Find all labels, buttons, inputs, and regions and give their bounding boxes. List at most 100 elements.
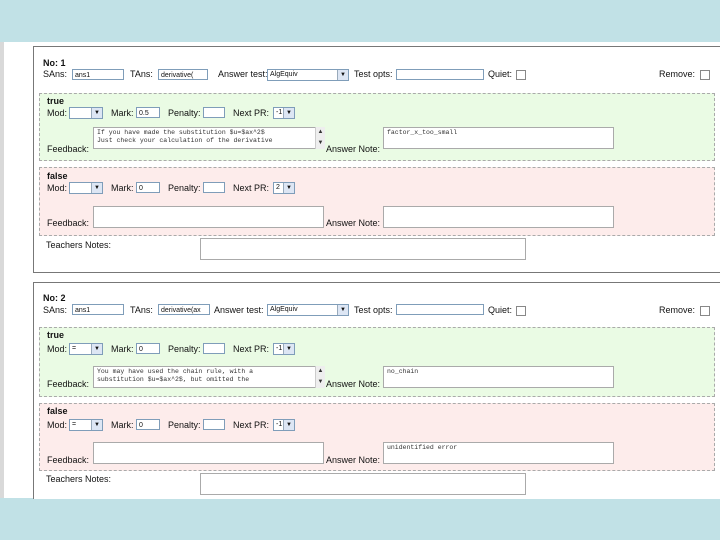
arrow-up-icon[interactable]: ▲ xyxy=(316,128,325,136)
branch-label: true xyxy=(47,330,65,340)
feedback-textarea[interactable] xyxy=(93,206,324,228)
mark-input[interactable]: 0 xyxy=(136,343,160,354)
penalty-input[interactable] xyxy=(203,343,225,354)
tans-input[interactable]: derivative(ax xyxy=(158,304,210,315)
mark-label: Mark: xyxy=(111,108,134,118)
test-opts-label: Test opts: xyxy=(354,69,393,79)
feedback-textarea[interactable] xyxy=(93,442,324,464)
teachers-notes-input[interactable] xyxy=(200,473,526,495)
branch-label: false xyxy=(47,171,68,181)
test-opts-input[interactable] xyxy=(396,69,484,80)
next-pr-select[interactable]: -1 ▼ xyxy=(273,419,295,431)
answer-test-value: AlgEquiv xyxy=(270,71,298,78)
chevron-down-icon: ▼ xyxy=(283,108,294,118)
next-pr-value: 2 xyxy=(276,184,280,191)
feedback-textarea[interactable]: You may have used the chain rule, with a… xyxy=(93,366,319,388)
chevron-down-icon: ▼ xyxy=(283,420,294,430)
chevron-down-icon: ▼ xyxy=(91,108,102,118)
answer-note-input[interactable]: factor_x_too_small xyxy=(383,127,614,149)
answer-note-input[interactable]: unidentified error xyxy=(383,442,614,464)
tans-input[interactable]: derivative( xyxy=(158,69,208,80)
teachers-notes-input[interactable] xyxy=(200,238,526,260)
test-opts-input[interactable] xyxy=(396,304,484,315)
remove-checkbox[interactable] xyxy=(700,306,710,316)
feedback-label: Feedback: xyxy=(47,218,90,228)
answer-note-input[interactable] xyxy=(383,206,614,228)
arrow-up-icon[interactable]: ▲ xyxy=(316,367,325,375)
mark-input[interactable]: 0.5 xyxy=(136,107,160,118)
remove-label: Remove: xyxy=(659,69,696,79)
false-branch: false Mod: = ▼ Mark: 0 Penalty: Next PR: … xyxy=(39,403,715,471)
quiet-label: Quiet: xyxy=(488,305,513,315)
quiet-checkbox[interactable] xyxy=(516,70,526,80)
true-branch: true Mod: ▼ Mark: 0.5 Penalty: Next PR: … xyxy=(39,93,715,161)
teachers-notes-label: Teachers Notes: xyxy=(46,474,112,484)
remove-checkbox[interactable] xyxy=(700,70,710,80)
tans-label: TAns: xyxy=(130,305,153,315)
penalty-label: Penalty: xyxy=(168,108,201,118)
teachers-notes-label: Teachers Notes: xyxy=(46,240,112,250)
answer-test-select[interactable]: AlgEquiv ▼ xyxy=(267,69,349,81)
sans-label: SAns: xyxy=(43,305,68,315)
next-pr-label: Next PR: xyxy=(233,344,270,354)
penalty-input[interactable] xyxy=(203,419,225,430)
mark-input[interactable]: 0 xyxy=(136,419,160,430)
next-pr-label: Next PR: xyxy=(233,108,270,118)
arrow-down-icon[interactable]: ▼ xyxy=(316,139,325,147)
chevron-down-icon: ▼ xyxy=(91,183,102,193)
next-pr-label: Next PR: xyxy=(233,183,270,193)
feedback-scrollbar[interactable]: ▲ ▼ xyxy=(315,127,325,149)
next-pr-value: -1 xyxy=(276,345,283,352)
false-branch: false Mod: ▼ Mark: 0 Penalty: Next PR: 2… xyxy=(39,167,715,236)
mod-select[interactable]: = ▼ xyxy=(69,343,103,355)
left-margin xyxy=(0,42,4,498)
mod-value: = xyxy=(72,345,77,352)
penalty-input[interactable] xyxy=(203,107,225,118)
next-pr-select[interactable]: 2 ▼ xyxy=(273,182,295,194)
chevron-down-icon: ▼ xyxy=(283,344,294,354)
next-pr-value: -1 xyxy=(276,109,283,116)
remove-label: Remove: xyxy=(659,305,696,315)
penalty-input[interactable] xyxy=(203,182,225,193)
mark-label: Mark: xyxy=(111,344,134,354)
next-pr-value: -1 xyxy=(276,421,283,428)
feedback-scrollbar[interactable]: ▲ ▼ xyxy=(315,366,325,388)
next-pr-select[interactable]: -1 ▼ xyxy=(273,107,295,119)
mod-select[interactable]: = ▼ xyxy=(69,419,103,431)
feedback-textarea[interactable]: If you have made the substitution $u=$ax… xyxy=(93,127,319,149)
prt-node-2: No: 2 SAns: ans1 TAns: derivative(ax Ans… xyxy=(33,282,720,499)
answer-note-label: Answer Note: xyxy=(326,455,381,465)
mod-select[interactable]: ▼ xyxy=(69,182,103,194)
answer-test-label: Answer test: xyxy=(218,69,268,79)
penalty-label: Penalty: xyxy=(168,344,201,354)
true-branch: true Mod: = ▼ Mark: 0 Penalty: Next PR: -… xyxy=(39,327,715,397)
answer-test-value: AlgEquiv xyxy=(270,306,298,313)
penalty-label: Penalty: xyxy=(168,420,201,430)
answer-test-select[interactable]: AlgEquiv ▼ xyxy=(267,304,349,316)
answer-note-label: Answer Note: xyxy=(326,218,381,228)
sans-label: SAns: xyxy=(43,69,68,79)
quiet-checkbox[interactable] xyxy=(516,306,526,316)
prt-node-1: No: 1 SAns: ans1 TAns: derivative( Answe… xyxy=(33,46,720,273)
feedback-label: Feedback: xyxy=(47,455,90,465)
test-opts-label: Test opts: xyxy=(354,305,393,315)
mod-select[interactable]: ▼ xyxy=(69,107,103,119)
next-pr-label: Next PR: xyxy=(233,420,270,430)
chevron-down-icon: ▼ xyxy=(91,420,102,430)
chevron-down-icon: ▼ xyxy=(91,344,102,354)
arrow-down-icon[interactable]: ▼ xyxy=(316,378,325,386)
mark-label: Mark: xyxy=(111,420,134,430)
sans-input[interactable]: ans1 xyxy=(72,304,124,315)
mod-label: Mod: xyxy=(47,108,68,118)
mod-label: Mod: xyxy=(47,344,68,354)
chevron-down-icon: ▼ xyxy=(337,70,348,80)
mark-input[interactable]: 0 xyxy=(136,182,160,193)
answer-note-input[interactable]: no_chain xyxy=(383,366,614,388)
tans-label: TAns: xyxy=(130,69,153,79)
mod-label: Mod: xyxy=(47,420,68,430)
node-title: No: 1 xyxy=(43,58,66,68)
mark-label: Mark: xyxy=(111,183,134,193)
sans-input[interactable]: ans1 xyxy=(72,69,124,80)
next-pr-select[interactable]: -1 ▼ xyxy=(273,343,295,355)
quiet-label: Quiet: xyxy=(488,69,513,79)
